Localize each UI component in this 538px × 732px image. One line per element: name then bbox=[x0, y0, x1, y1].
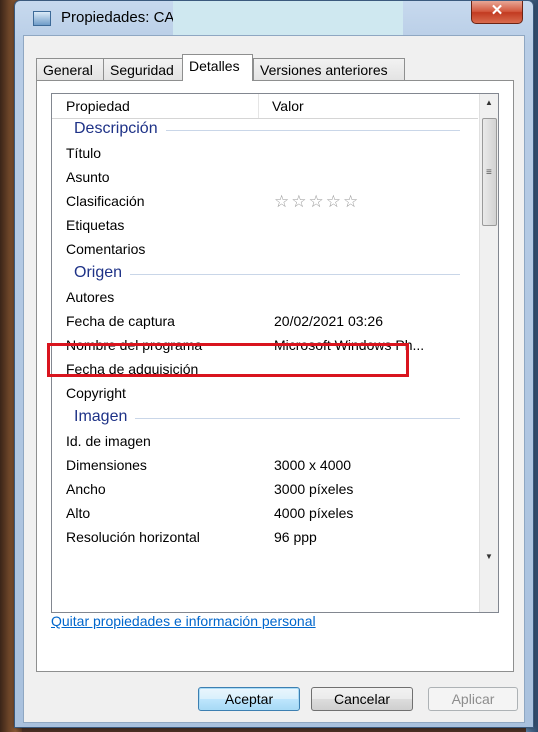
grip-icon: ≡ bbox=[486, 167, 492, 178]
annotation-highlight-box bbox=[47, 343, 409, 377]
apply-button[interactable]: Aplicar bbox=[428, 687, 518, 711]
list-item[interactable]: Clasificación ☆☆☆☆☆ bbox=[52, 190, 478, 214]
title-bar[interactable]: Propiedades: CA ✕ bbox=[15, 1, 533, 35]
list-item[interactable]: Copyright bbox=[52, 382, 478, 406]
list-item[interactable]: Asunto bbox=[52, 166, 478, 190]
dialog-client-area: General Seguridad Detalles Versiones ant… bbox=[23, 35, 525, 723]
window-title: Propiedades: CA bbox=[61, 9, 175, 26]
tab-seguridad[interactable]: Seguridad bbox=[103, 58, 184, 80]
group-header-origen: Origen bbox=[52, 262, 478, 286]
group-header-imagen: Imagen bbox=[52, 406, 478, 430]
list-header: Propiedad Valor bbox=[52, 94, 478, 119]
tab-versiones-anteriores[interactable]: Versiones anteriores bbox=[253, 58, 405, 80]
list-item[interactable]: Alto 4000 píxeles bbox=[52, 502, 478, 526]
group-header-descripcion: Descripción bbox=[52, 118, 478, 142]
remove-properties-link[interactable]: Quitar propiedades e información persona… bbox=[51, 613, 316, 629]
rating-stars[interactable]: ☆☆☆☆☆ bbox=[274, 192, 360, 212]
close-button[interactable]: ✕ bbox=[471, 1, 523, 24]
list-item[interactable]: Dimensiones 3000 x 4000 bbox=[52, 454, 478, 478]
close-icon: ✕ bbox=[490, 2, 504, 19]
title-redaction-overlay bbox=[173, 1, 403, 35]
scrollbar-thumb[interactable]: ≡ bbox=[482, 118, 497, 226]
scroll-up-arrow-icon[interactable]: ▲ bbox=[480, 94, 498, 112]
list-item[interactable]: Etiquetas bbox=[52, 214, 478, 238]
list-item-fecha-de-captura[interactable]: Fecha de captura 20/02/2021 03:26 bbox=[52, 310, 478, 334]
tab-general[interactable]: General bbox=[36, 58, 104, 80]
file-icon bbox=[33, 11, 51, 26]
cancel-button[interactable]: Cancelar bbox=[311, 687, 413, 711]
column-header-value[interactable]: Valor bbox=[272, 98, 304, 114]
column-divider[interactable] bbox=[258, 94, 259, 118]
list-item[interactable]: Título bbox=[52, 142, 478, 166]
list-item[interactable]: Ancho 3000 píxeles bbox=[52, 478, 478, 502]
list-item[interactable]: Id. de imagen bbox=[52, 430, 478, 454]
vertical-scrollbar[interactable]: ▲ ≡ ▼ bbox=[479, 94, 498, 612]
list-item[interactable]: Comentarios bbox=[52, 238, 478, 262]
tab-detalles[interactable]: Detalles bbox=[182, 54, 253, 81]
column-header-property[interactable]: Propiedad bbox=[66, 98, 130, 114]
ok-button[interactable]: Aceptar bbox=[198, 687, 300, 711]
scroll-down-arrow-icon[interactable]: ▼ bbox=[480, 548, 498, 566]
list-item[interactable]: Resolución horizontal 96 ppp bbox=[52, 526, 478, 550]
list-item[interactable]: Autores bbox=[52, 286, 478, 310]
